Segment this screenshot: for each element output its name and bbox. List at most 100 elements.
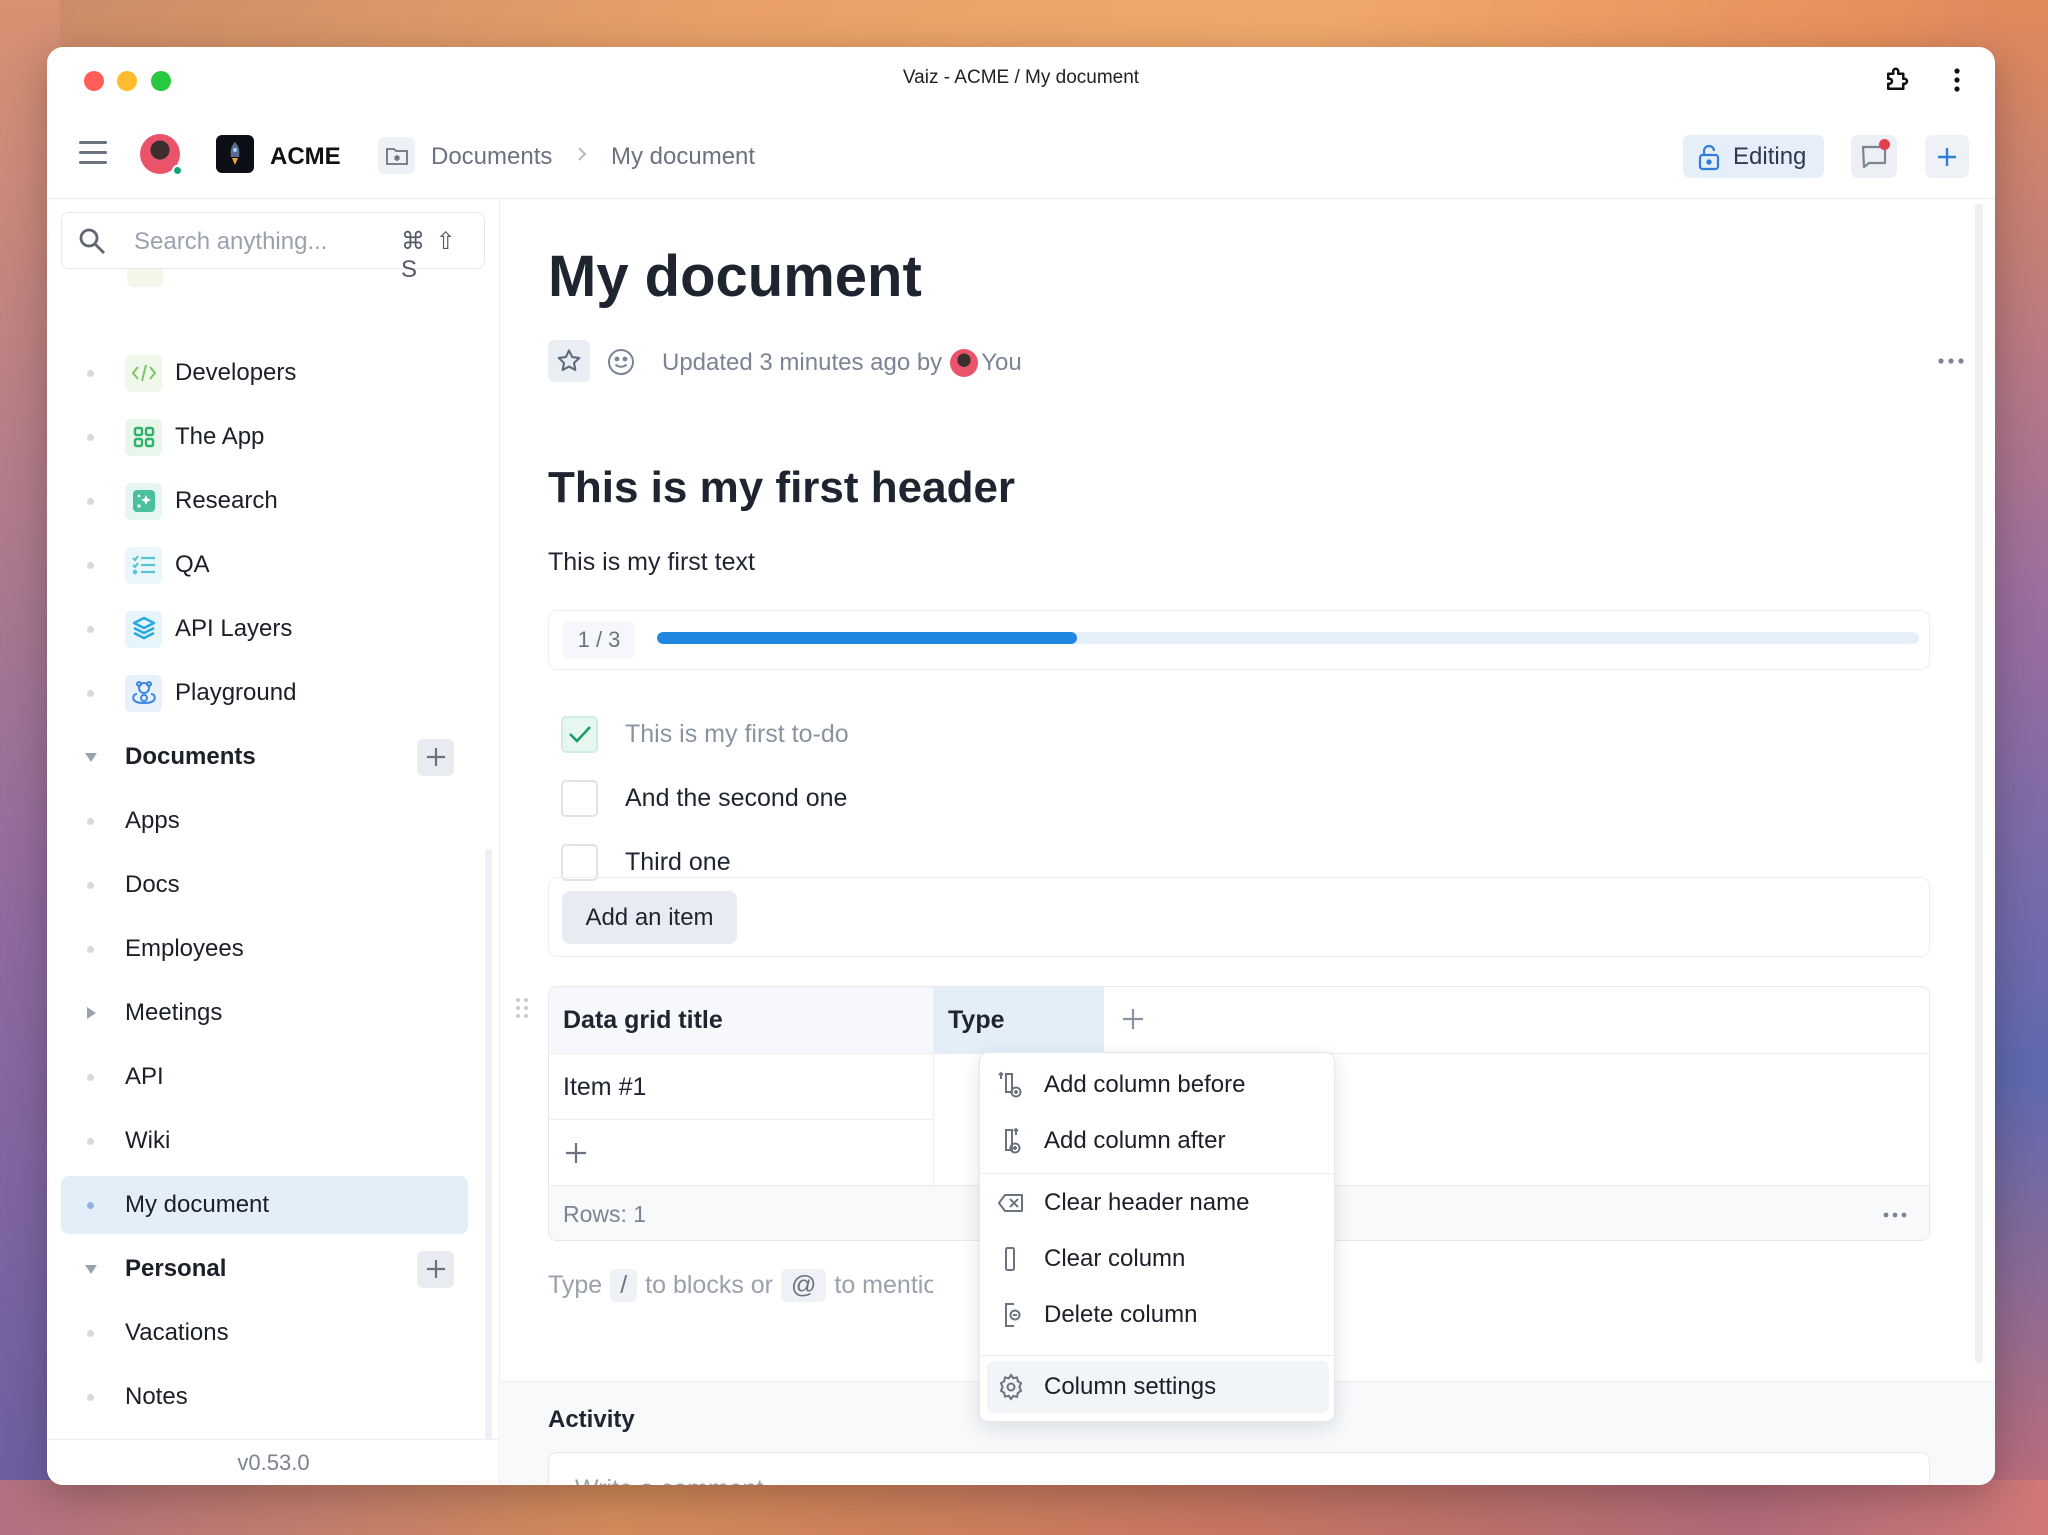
add-row-button[interactable]: [549, 1119, 934, 1185]
create-new-button[interactable]: [1925, 135, 1969, 178]
user-avatar[interactable]: [140, 134, 183, 176]
sidebar-item-meetings[interactable]: Meetings: [47, 985, 499, 1041]
sidebar-item-label: Research: [175, 487, 278, 514]
sidebar-item-label: Wiki: [125, 1127, 171, 1154]
text-block[interactable]: This is my first text: [548, 548, 755, 577]
sidebar-item-playground[interactable]: Playground: [47, 665, 499, 721]
todo-checkbox[interactable]: [561, 779, 598, 817]
add-personal-document-button[interactable]: [417, 1250, 454, 1288]
add-column-before-icon: [998, 1071, 1022, 1098]
workspace-logo[interactable]: [216, 135, 254, 173]
section-title: Documents: [125, 743, 256, 770]
comments-button[interactable]: [1851, 135, 1897, 178]
more-vertical-icon[interactable]: [1947, 65, 1967, 95]
bullet-icon: [87, 433, 94, 441]
add-document-button[interactable]: [417, 738, 454, 776]
grid-icon: [125, 418, 162, 456]
drag-handle-icon[interactable]: [514, 996, 530, 1020]
more-horizontal-icon[interactable]: [1882, 1210, 1908, 1220]
sidebar-item-label: My document: [125, 1191, 270, 1218]
bullet-icon: [87, 497, 94, 505]
comment-input[interactable]: Write a comment...: [548, 1452, 1930, 1485]
menu-item-clear-header-name[interactable]: Clear header name: [980, 1175, 1336, 1231]
column-header-type[interactable]: Type: [934, 987, 1104, 1053]
menu-item-label: Clear header name: [1044, 1189, 1250, 1216]
clear-header-icon: [998, 1194, 1023, 1212]
sidebar-item-qa[interactable]: QA: [47, 537, 499, 593]
menu-divider: [980, 1355, 1336, 1356]
content-scrollbar[interactable]: [1975, 203, 1983, 1363]
bullet-icon: [87, 561, 94, 569]
extension-puzzle-icon[interactable]: [1882, 65, 1912, 95]
collapse-caret-icon[interactable]: [85, 752, 97, 762]
sidebar-item-research[interactable]: Research: [47, 473, 499, 529]
menu-item-clear-column[interactable]: Clear column: [980, 1231, 1336, 1287]
todo-checkbox[interactable]: [561, 715, 598, 753]
editing-mode-button[interactable]: Editing: [1683, 135, 1824, 178]
menu-toggle-icon[interactable]: [79, 141, 107, 167]
sidebar-item-api-layers[interactable]: API Layers: [47, 601, 499, 657]
more-horizontal-icon[interactable]: [1936, 351, 1966, 371]
bullet-icon: [87, 689, 94, 697]
sidebar-item-wiki[interactable]: Wiki: [47, 1113, 499, 1169]
todo-progress: 1 / 3: [548, 610, 1930, 670]
bullet-icon: [87, 1137, 94, 1145]
menu-item-column-settings[interactable]: Column settings: [980, 1359, 1336, 1415]
sidebar-item-apps[interactable]: Apps: [47, 793, 499, 849]
breadcrumb-documents[interactable]: Documents: [431, 143, 552, 171]
expand-caret-icon[interactable]: [87, 1007, 96, 1019]
sidebar-item-notes[interactable]: Notes: [47, 1369, 499, 1425]
plus-icon: [426, 748, 445, 766]
menu-item-label: Delete column: [1044, 1301, 1198, 1328]
table-cell[interactable]: Item #1: [549, 1054, 934, 1120]
window-title: Vaiz - ACME / My document: [902, 67, 1140, 88]
menu-item-add-column-after[interactable]: Add column after: [980, 1113, 1336, 1169]
add-column-icon[interactable]: [1119, 1005, 1147, 1033]
hint-text: Type: [548, 1271, 603, 1299]
documents-folder-icon[interactable]: [378, 137, 415, 174]
todo-checkbox[interactable]: [561, 843, 598, 881]
sidebar-item-docs[interactable]: Docs: [47, 857, 499, 913]
search-input[interactable]: Search anything... ⌘ ⇧ S: [61, 212, 485, 283]
sidebar-section-personal[interactable]: Personal: [47, 1241, 499, 1297]
sidebar-item-employees[interactable]: Employees: [47, 921, 499, 977]
favorite-button[interactable]: [548, 340, 590, 382]
updated-by[interactable]: You: [981, 349, 1022, 377]
emoji-icon[interactable]: [606, 347, 636, 377]
menu-item-add-column-before[interactable]: Add column before: [980, 1057, 1336, 1113]
column-header-title[interactable]: Data grid title: [549, 987, 934, 1053]
editor-placeholder[interactable]: Type / to blocks or @ to mention: [548, 1259, 933, 1309]
sidebar-item-developers[interactable]: Developers: [47, 345, 499, 401]
cell-value: Item #1: [563, 1073, 647, 1101]
hint-text: to blocks or: [645, 1271, 773, 1299]
heading-block[interactable]: This is my first header: [548, 463, 1015, 513]
bullet-icon: [87, 1393, 94, 1401]
menu-item-delete-column[interactable]: Delete column: [980, 1287, 1336, 1343]
sidebar-scrollbar[interactable]: [485, 849, 492, 1449]
editing-label: Editing: [1733, 142, 1807, 170]
rocket-icon: [230, 142, 240, 165]
todo-text[interactable]: Third one: [625, 848, 731, 877]
sidebar-item-the-app[interactable]: The App: [47, 409, 499, 465]
add-item-button[interactable]: Add an item: [562, 891, 737, 944]
todo-progress-bar: [657, 632, 1919, 644]
sidebar-item-api[interactable]: API: [47, 1049, 499, 1105]
todo-progress-fill: [657, 632, 1078, 644]
sidebar-item-label: The App: [175, 423, 265, 450]
bullet-icon: [87, 817, 94, 825]
workspace-name[interactable]: ACME: [270, 143, 341, 171]
document-title[interactable]: My document: [548, 243, 922, 310]
sidebar-section-documents[interactable]: Documents: [47, 729, 499, 785]
breadcrumb-current[interactable]: My document: [611, 143, 755, 171]
todo-progress-count: 1 / 3: [563, 621, 635, 659]
collapse-caret-icon[interactable]: [85, 1264, 97, 1274]
sidebar-item-vacations[interactable]: Vacations: [47, 1305, 499, 1361]
menu-item-label: Add column after: [1044, 1127, 1226, 1154]
todo-text[interactable]: This is my first to-do: [625, 720, 849, 749]
sidebar-item-label: Docs: [125, 871, 180, 898]
menu-item-label: Add column before: [1044, 1071, 1246, 1098]
sidebar-item-label: Meetings: [125, 999, 223, 1026]
todo-text[interactable]: And the second one: [625, 784, 847, 813]
sidebar-item-my-document[interactable]: My document: [47, 1176, 499, 1234]
sidebar: Search anything... ⌘ ⇧ S Developers The …: [47, 199, 500, 1485]
